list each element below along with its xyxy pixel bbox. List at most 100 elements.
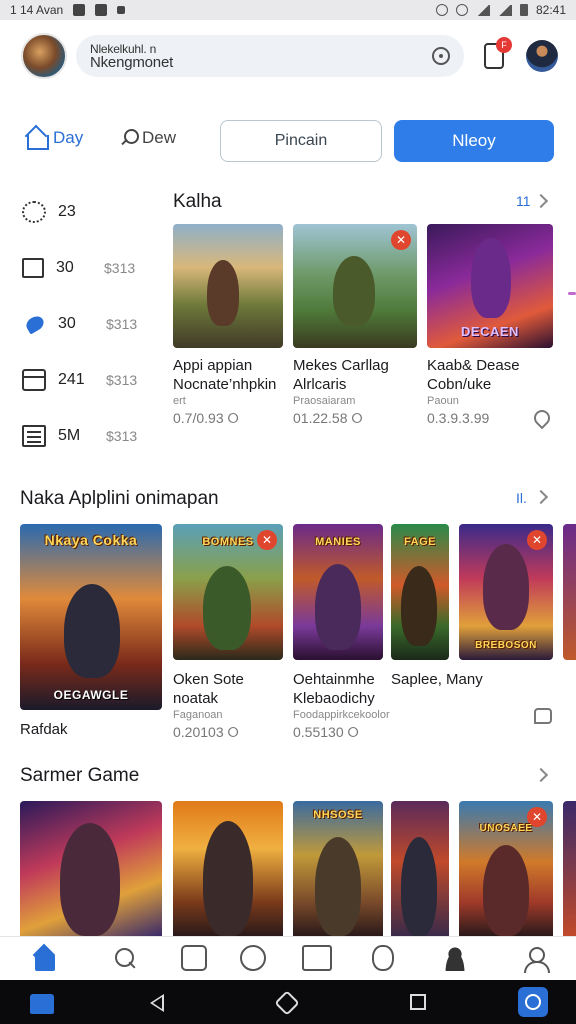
next-card-peek: [563, 801, 576, 936]
game-thumbnail: ✕ UNOSAEE: [459, 801, 553, 936]
game-card[interactable]: ✕ BREBOSON: [459, 524, 553, 670]
close-badge-icon[interactable]: ✕: [257, 530, 277, 550]
stat-row[interactable]: 30 $313: [22, 296, 162, 352]
search-input[interactable]: Nlekelkuhl. n Nkengmonet: [76, 35, 464, 77]
stat-row[interactable]: 241 $313: [22, 352, 162, 408]
back-icon-inner: [153, 997, 162, 1009]
card-title: Oehtainmhe: [293, 671, 375, 688]
card-meta: Paoun: [427, 395, 459, 407]
user-avatar[interactable]: [21, 33, 67, 79]
game-card[interactable]: ✕ Mekes Carllag Alrlcaris Praosaiaram 01…: [293, 224, 417, 427]
bird-icon: [23, 313, 47, 335]
section-title-games: Sarmer Game: [20, 765, 140, 786]
chevron-right-icon[interactable]: [533, 193, 549, 209]
search-icon[interactable]: [112, 945, 138, 971]
camera-app-icon[interactable]: [518, 987, 548, 1017]
status-dot-icon: [117, 6, 126, 14]
card-title: Kaab& Dease: [427, 357, 520, 374]
history-icon[interactable]: [432, 47, 450, 65]
section-title-kalha: Kalha: [173, 191, 222, 212]
card-subtitle: Cobn/uke: [427, 376, 492, 393]
game-thumbnail: [173, 801, 283, 936]
home-button-icon[interactable]: [274, 990, 300, 1016]
frame-icon[interactable]: [302, 945, 332, 971]
top-nav: Day Dew Pincain Nleoy: [0, 118, 576, 162]
home-app-icon[interactable]: [30, 994, 54, 1014]
game-card[interactable]: ✕ BOMNES Oken Sote noatak Faganoan 0.201…: [173, 524, 283, 741]
status-bar: 1 14 Avan 82:41: [0, 0, 576, 20]
home-icon: [25, 128, 49, 150]
card-price: 01.22.58 ⭘: [293, 410, 363, 426]
game-card[interactable]: DECAEN Kaab& Dease Cobn/uke Paoun 0.3.9.…: [427, 224, 553, 426]
game-card[interactable]: NHSOSE: [293, 801, 383, 936]
watch-icon[interactable]: [372, 945, 394, 971]
game-card[interactable]: ✕ UNOSAEE: [459, 801, 553, 936]
game-card[interactable]: [391, 801, 449, 936]
close-badge-icon[interactable]: ✕: [391, 230, 411, 250]
stat-row[interactable]: 5M $313: [22, 408, 162, 464]
card-meta: ert: [173, 395, 186, 407]
community-icon[interactable]: [442, 945, 468, 971]
game-card[interactable]: [173, 801, 283, 936]
game-card[interactable]: Nkaya Cokka OEGAWGLE Rafdak: [20, 524, 162, 739]
next-card-peek: [563, 524, 576, 660]
pincain-button[interactable]: Pincain: [220, 120, 382, 162]
status-check-icon: [95, 4, 108, 16]
section-title-apps: Naka Aplplini onimapan: [20, 488, 219, 509]
stat-row[interactable]: 30 $313: [22, 240, 162, 296]
bottom-nav: [0, 936, 576, 980]
alarm-icon: [435, 4, 448, 16]
battery-icon: [519, 4, 528, 16]
card-price: 0.20103 ⭘: [173, 724, 239, 740]
card-subtitle: Alrlcaris: [293, 376, 347, 393]
stats-list: 23 30 $313 30 $313 241 $313 5M $313: [22, 184, 162, 464]
game-thumbnail: Nkaya Cokka OEGAWGLE: [20, 524, 162, 710]
profile-icon[interactable]: [522, 945, 550, 973]
card-title: Oken Sote: [173, 671, 244, 688]
see-more-link[interactable]: Il.: [516, 490, 527, 506]
game-thumbnail: MANIES: [293, 524, 383, 660]
card-subtitle: Nocnate’nhpkin: [173, 376, 277, 393]
game-card[interactable]: FAGE Saplee, Many: [391, 524, 483, 689]
comment-icon[interactable]: [534, 708, 552, 724]
nleoy-button[interactable]: Nleoy: [394, 120, 554, 162]
profile-avatar[interactable]: [526, 40, 558, 72]
card-price: 0.7/0.93 ⭘: [173, 410, 239, 426]
wallet-icon: [22, 369, 46, 391]
card-title: Rafdak: [20, 721, 68, 738]
tab-day[interactable]: Day: [25, 128, 83, 150]
card-subtitle: noatak: [173, 690, 219, 707]
vibrate-icon: [455, 4, 468, 16]
clock-readout: 82:41: [535, 3, 566, 17]
signal-icon: [497, 4, 512, 16]
app-header: Nlekelkuhl. n Nkengmonet F: [0, 26, 576, 90]
tab-dew[interactable]: Dew: [120, 128, 176, 148]
chevron-right-icon[interactable]: [533, 767, 549, 783]
library-icon[interactable]: [181, 945, 207, 971]
game-thumbnail: [20, 801, 162, 936]
search-icon: [120, 129, 139, 147]
status-notification-icon: [73, 4, 86, 16]
card-subtitle: Klebaodichy: [293, 690, 375, 707]
game-thumbnail: ✕ BOMNES: [173, 524, 283, 660]
notification-badge: F: [496, 37, 512, 53]
chevron-right-icon[interactable]: [533, 489, 549, 505]
game-card[interactable]: [20, 801, 162, 936]
game-thumbnail: NHSOSE: [293, 801, 383, 936]
stat-row[interactable]: 23: [22, 184, 162, 240]
recents-icon[interactable]: [410, 994, 426, 1010]
game-thumbnail: DECAEN: [427, 224, 553, 348]
status-time: 1 14 Avan: [10, 3, 64, 17]
compass-icon[interactable]: [240, 945, 266, 971]
game-thumbnail: ✕: [293, 224, 417, 348]
see-more-link[interactable]: 11: [516, 193, 531, 209]
home-icon[interactable]: [32, 945, 58, 971]
card-meta: Foodappirkcekoolor: [293, 709, 390, 721]
notifications-button[interactable]: F: [484, 37, 512, 69]
game-card[interactable]: Appi appian Nocnate’nhpkin ert 0.7/0.93 …: [173, 224, 283, 427]
close-badge-icon[interactable]: ✕: [527, 530, 547, 550]
card-title: Appi appian: [173, 357, 253, 374]
card-meta: Praosaiaram: [293, 395, 356, 407]
game-thumbnail: FAGE: [391, 524, 449, 660]
game-card[interactable]: MANIES Oehtainmhe Klebaodichy Foodappirk…: [293, 524, 390, 741]
